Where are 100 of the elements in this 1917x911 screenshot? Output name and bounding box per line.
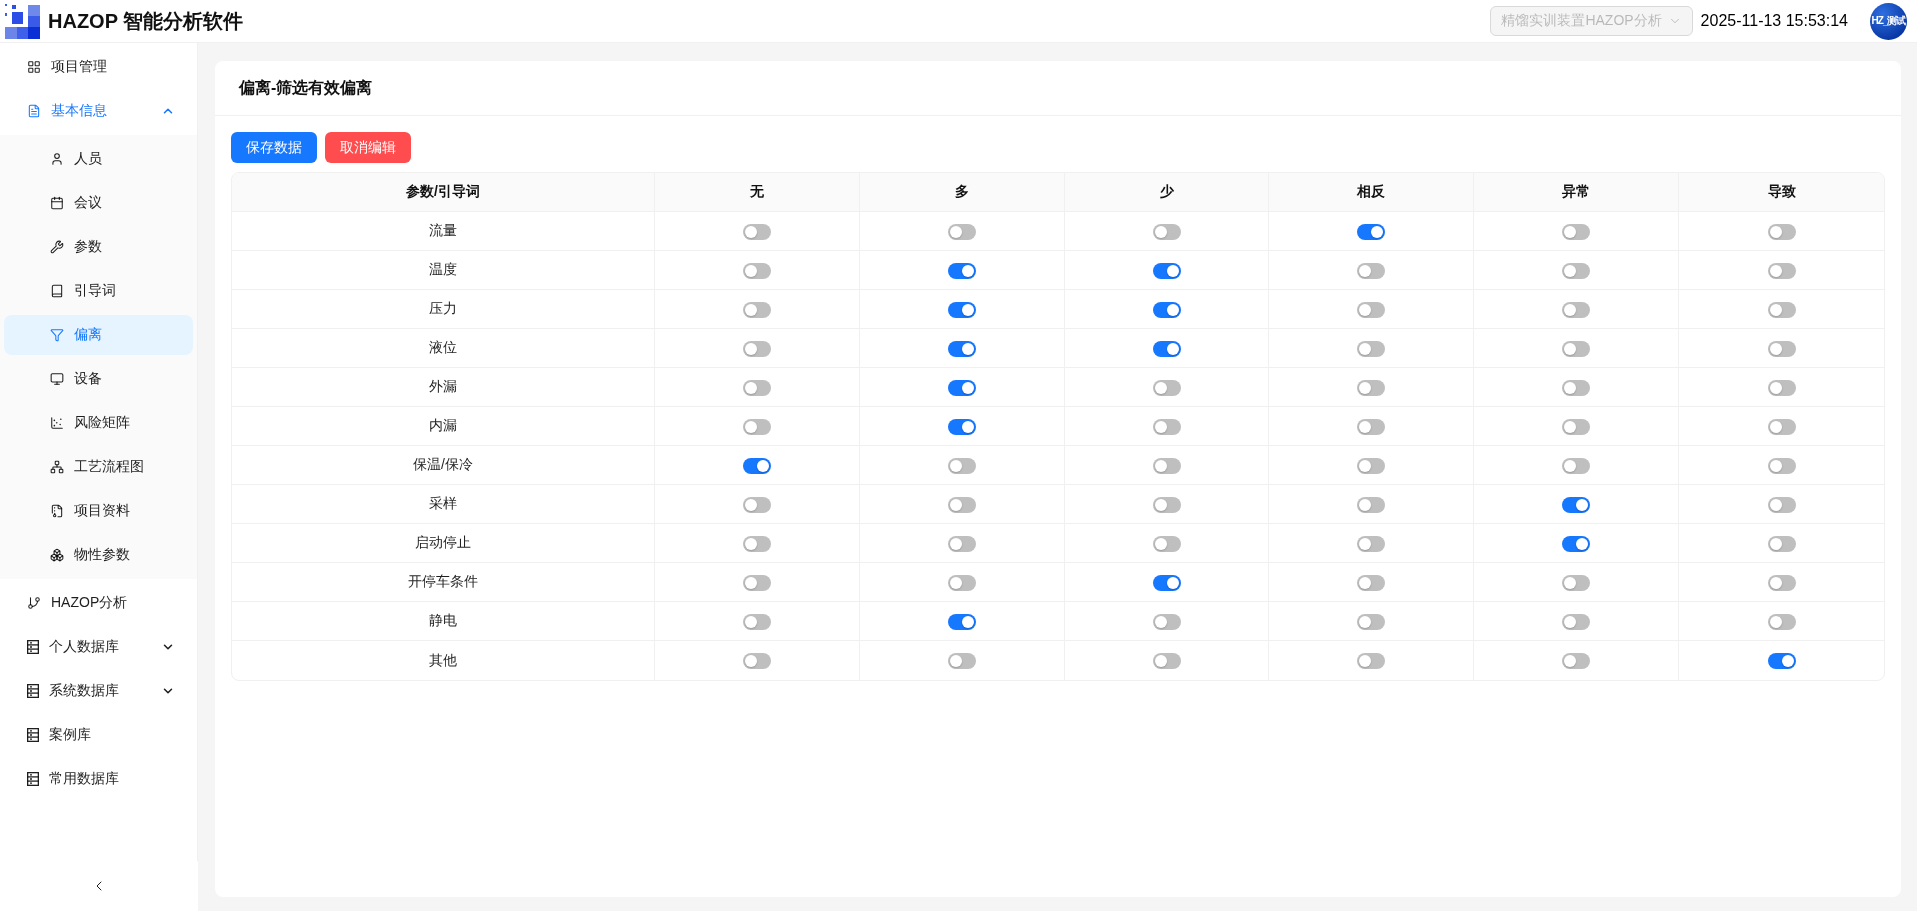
- sidebar-item[interactable]: 案例库: [4, 715, 193, 756]
- toggle-switch[interactable]: [1152, 613, 1181, 630]
- toggle-switch[interactable]: [1562, 262, 1591, 279]
- toggle-switch[interactable]: [1152, 262, 1181, 279]
- toggle-switch[interactable]: [1357, 223, 1386, 240]
- toggle-switch[interactable]: [742, 496, 771, 513]
- sidebar-item[interactable]: 设备: [4, 359, 193, 400]
- sidebar-item[interactable]: 物性参数: [4, 535, 193, 576]
- sidebar-item[interactable]: 会议: [4, 183, 193, 224]
- toggle-switch[interactable]: [1357, 653, 1386, 670]
- toggle-switch[interactable]: [1562, 535, 1591, 552]
- toggle-switch[interactable]: [1562, 653, 1591, 670]
- toggle-switch[interactable]: [1562, 340, 1591, 357]
- sidebar-item[interactable]: 参数: [4, 227, 193, 268]
- toggle-switch[interactable]: [1152, 574, 1181, 591]
- sidebar-item[interactable]: 人员: [4, 139, 193, 180]
- toggle-switch[interactable]: [1357, 262, 1386, 279]
- toggle-switch[interactable]: [947, 262, 976, 279]
- sidebar-item[interactable]: 工艺流程图: [4, 447, 193, 488]
- toggle-switch[interactable]: [1152, 223, 1181, 240]
- save-button[interactable]: 保存数据: [231, 132, 317, 163]
- toggle-switch[interactable]: [742, 340, 771, 357]
- sidebar-item[interactable]: 个人数据库: [4, 627, 193, 668]
- toggle-switch[interactable]: [742, 613, 771, 630]
- toggle-switch[interactable]: [1562, 301, 1591, 318]
- toggle-switch[interactable]: [1767, 301, 1796, 318]
- toggle-switch[interactable]: [742, 535, 771, 552]
- toggle-switch[interactable]: [1357, 379, 1386, 396]
- monitor-icon: [50, 372, 64, 387]
- sidebar-item[interactable]: 引导词: [4, 271, 193, 312]
- toggle-switch[interactable]: [1152, 653, 1181, 670]
- toggle-switch[interactable]: [1767, 262, 1796, 279]
- table-cell: 压力: [232, 290, 655, 329]
- toggle-switch[interactable]: [1357, 418, 1386, 435]
- toggle-switch[interactable]: [1357, 301, 1386, 318]
- toggle-switch[interactable]: [1152, 379, 1181, 396]
- toggle-switch[interactable]: [742, 457, 771, 474]
- toggle-switch[interactable]: [1562, 418, 1591, 435]
- toggle-switch[interactable]: [947, 653, 976, 670]
- toggle-switch[interactable]: [947, 496, 976, 513]
- toggle-switch[interactable]: [1767, 340, 1796, 357]
- toggle-switch[interactable]: [742, 301, 771, 318]
- sidebar-item[interactable]: 偏离: [4, 315, 193, 356]
- app-title: HAZOP 智能分析软件: [48, 8, 244, 34]
- toggle-switch[interactable]: [1767, 418, 1796, 435]
- toggle-switch[interactable]: [1152, 457, 1181, 474]
- branch-icon: [27, 596, 41, 611]
- sidebar-item[interactable]: 项目资料: [4, 491, 193, 532]
- toggle-switch[interactable]: [1357, 496, 1386, 513]
- column-header: 导致: [1679, 173, 1884, 212]
- toggle-switch[interactable]: [1357, 613, 1386, 630]
- toggle-switch[interactable]: [1152, 301, 1181, 318]
- toggle-switch[interactable]: [947, 379, 976, 396]
- toggle-switch[interactable]: [1562, 379, 1591, 396]
- toggle-switch[interactable]: [947, 301, 976, 318]
- toggle-switch[interactable]: [1357, 574, 1386, 591]
- sidebar-item[interactable]: 系统数据库: [4, 671, 193, 712]
- toggle-switch[interactable]: [1562, 496, 1591, 513]
- toggle-switch[interactable]: [1152, 535, 1181, 552]
- toggle-switch[interactable]: [1152, 418, 1181, 435]
- toggle-switch[interactable]: [1767, 379, 1796, 396]
- toggle-switch[interactable]: [947, 613, 976, 630]
- scatter-chart-icon: [50, 416, 64, 431]
- toggle-switch[interactable]: [947, 535, 976, 552]
- toggle-switch[interactable]: [947, 457, 976, 474]
- table-cell: 静电: [232, 602, 655, 641]
- toggle-switch[interactable]: [742, 379, 771, 396]
- toggle-switch[interactable]: [742, 574, 771, 591]
- toggle-switch[interactable]: [1562, 613, 1591, 630]
- toggle-switch[interactable]: [1767, 457, 1796, 474]
- toggle-switch[interactable]: [1767, 535, 1796, 552]
- toggle-switch[interactable]: [1357, 340, 1386, 357]
- toggle-switch[interactable]: [1767, 223, 1796, 240]
- toggle-switch[interactable]: [1767, 574, 1796, 591]
- user-avatar[interactable]: HZ_测试: [1870, 2, 1907, 40]
- table-cell: 液位: [232, 329, 655, 368]
- logo-icon: [5, 3, 40, 39]
- sidebar-item[interactable]: 常用数据库: [4, 759, 193, 800]
- sidebar-item[interactable]: 项目管理: [4, 47, 193, 87]
- toggle-switch[interactable]: [1767, 613, 1796, 630]
- toggle-switch[interactable]: [1152, 496, 1181, 513]
- toggle-switch[interactable]: [742, 653, 771, 670]
- toggle-switch[interactable]: [1357, 457, 1386, 474]
- sidebar-item[interactable]: HAZOP分析: [4, 583, 193, 624]
- toggle-switch[interactable]: [1767, 653, 1796, 670]
- toggle-switch[interactable]: [742, 262, 771, 279]
- toggle-switch[interactable]: [742, 223, 771, 240]
- toggle-switch[interactable]: [947, 340, 976, 357]
- toggle-switch[interactable]: [1562, 574, 1591, 591]
- toggle-switch[interactable]: [1152, 340, 1181, 357]
- toggle-switch[interactable]: [1562, 457, 1591, 474]
- toggle-switch[interactable]: [1562, 223, 1591, 240]
- toggle-switch[interactable]: [742, 418, 771, 435]
- toggle-switch[interactable]: [947, 574, 976, 591]
- sidebar-item[interactable]: 基本信息: [4, 91, 193, 131]
- toggle-switch[interactable]: [947, 223, 976, 240]
- toggle-switch[interactable]: [947, 418, 976, 435]
- toggle-switch[interactable]: [1767, 496, 1796, 513]
- sidebar-item[interactable]: 风险矩阵: [4, 403, 193, 444]
- toggle-switch[interactable]: [1357, 535, 1386, 552]
